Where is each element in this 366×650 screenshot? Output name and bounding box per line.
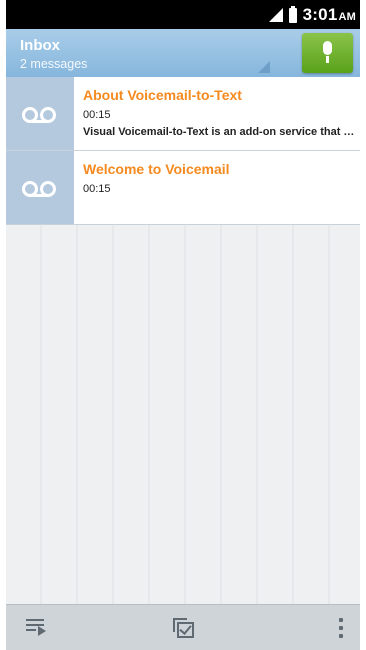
message-count: 2 messages [20,57,88,71]
folder-dropdown-indicator[interactable] [258,61,270,73]
clock-time: 3:01 [302,5,338,24]
message-duration: 00:15 [83,183,111,195]
list-item[interactable]: About Voicemail-to-Text 00:15 Visual Voi… [6,77,360,151]
message-title: Welcome to Voicemail [83,161,230,177]
record-voicemail-button[interactable] [302,33,353,73]
select-messages-button[interactable] [153,605,213,650]
play-list-button[interactable] [6,605,66,650]
signal-icon [268,8,283,22]
voicemail-icon [22,181,58,197]
mic-icon [323,41,332,63]
battery-icon [288,5,297,23]
voicemail-avatar [6,151,74,224]
status-bar: 3:01AM [6,0,360,29]
list-item[interactable]: Welcome to Voicemail 00:15 [6,151,360,225]
status-indicators: 3:01AM [268,4,356,26]
more-options-icon [339,618,343,638]
voicemail-screen: 3:01AM Inbox 2 messages About Voicemail-… [6,0,360,650]
clock: 3:01AM [303,5,356,25]
clock-ampm: AM [338,11,356,23]
message-title: About Voicemail-to-Text [83,87,242,103]
more-options-button[interactable] [312,605,360,650]
message-list: About Voicemail-to-Text 00:15 Visual Voi… [6,77,360,225]
play-list-icon [26,619,46,636]
message-preview: Visual Voicemail-to-Text is an add-on se… [83,126,357,138]
empty-list-area [6,225,360,604]
page-title: Inbox [20,37,60,54]
message-duration: 00:15 [83,109,111,121]
select-messages-icon [173,618,194,638]
inbox-header: Inbox 2 messages [6,29,360,77]
voicemail-icon [22,107,58,123]
voicemail-avatar [6,77,74,150]
bottom-action-bar [6,604,360,650]
